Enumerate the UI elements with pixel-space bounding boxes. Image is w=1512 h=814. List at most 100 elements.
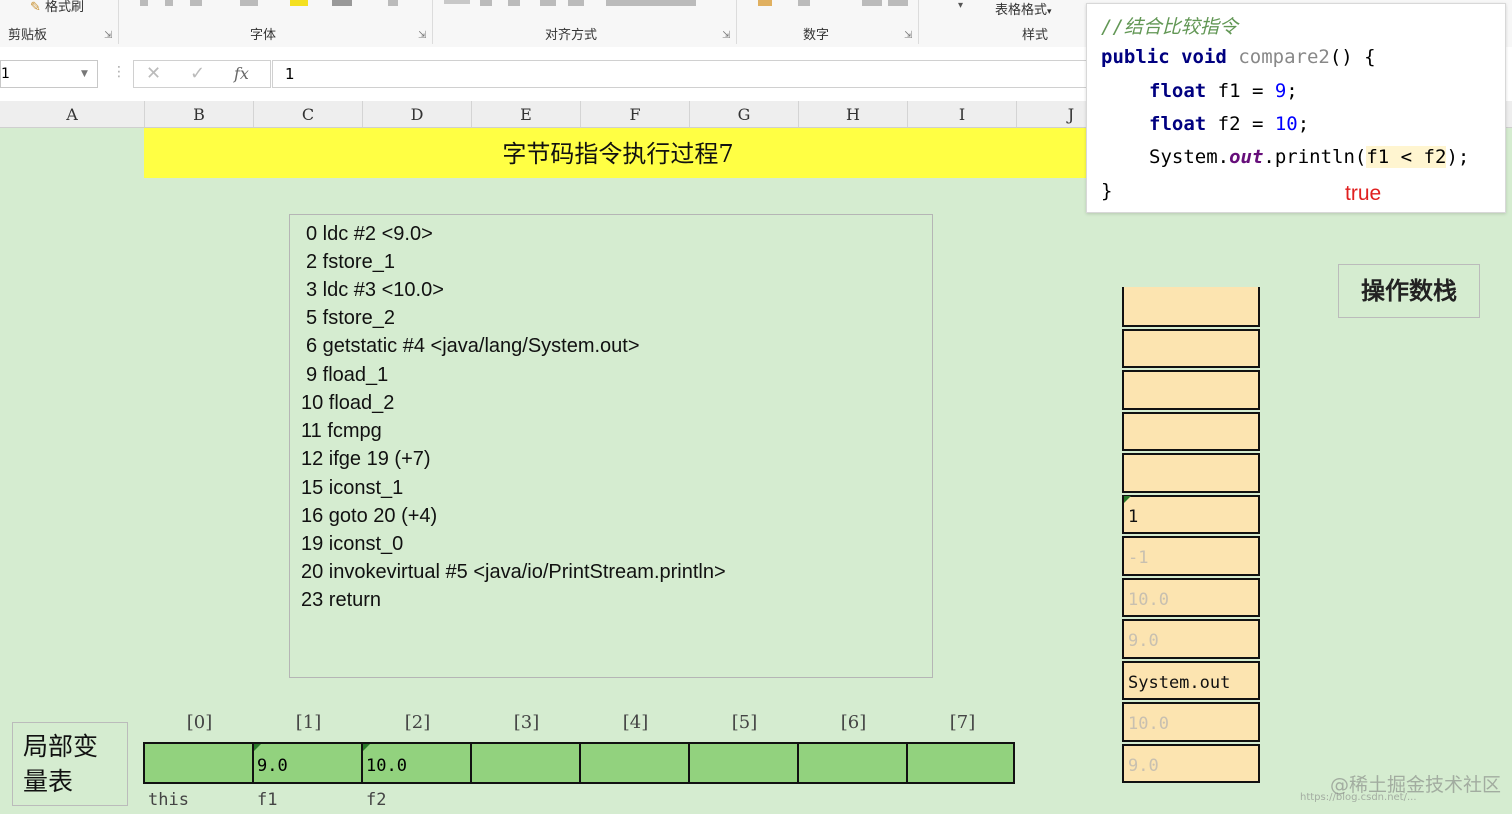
ribbon-group-clipboard: 剪贴板 (8, 28, 48, 43)
indent-icon[interactable] (540, 0, 556, 6)
ribbon-separator (118, 0, 119, 44)
ribbon-group-alignment: 对齐方式 (545, 28, 598, 43)
column-header-a[interactable]: A (0, 101, 145, 127)
insert-function-icon[interactable]: fx (234, 61, 249, 87)
align-center-icon[interactable] (480, 0, 492, 6)
brush-icon: ✎ (30, 0, 41, 15)
align-left-icon[interactable] (444, 0, 470, 4)
bytecode-line: 19 iconst_0 (301, 533, 404, 555)
italic-icon[interactable] (165, 0, 173, 6)
code-line-signature: public void compare2() { (1101, 46, 1376, 68)
align-right-icon[interactable] (508, 0, 520, 6)
lvt-index: [6] (840, 712, 867, 733)
lvt-index: [3] (513, 712, 540, 733)
chevron-down-icon: ▾ (1047, 7, 1052, 17)
comment-marker-icon (1124, 496, 1131, 503)
confirm-icon[interactable]: ✓ (190, 61, 205, 87)
stack-slot: -1 (1122, 536, 1260, 576)
bytecode-line: 16 goto 20 (+4) (301, 505, 438, 527)
bytecode-line: 20 invokevirtual #5 <java/io/PrintStream… (301, 561, 726, 583)
column-header-h[interactable]: H (799, 101, 908, 127)
percent-icon[interactable] (798, 0, 810, 6)
bytecode-line: 10 fload_2 (301, 392, 395, 414)
lvt-index: [2] (404, 712, 431, 733)
lvt-slot (143, 742, 254, 784)
lvt-index: [7] (949, 712, 976, 733)
bytecode-line: 5 fstore_2 (306, 307, 395, 329)
stack-slot (1122, 287, 1260, 327)
lvt-slot: 10.0 (363, 742, 472, 784)
watermark-url: https://blog.csdn.net/... (1300, 792, 1417, 803)
underline-icon[interactable] (190, 0, 202, 6)
lvt-slot (690, 742, 799, 784)
cancel-icon[interactable]: ✕ (146, 61, 161, 87)
stack-slot (1122, 328, 1260, 368)
column-header-b[interactable]: B (145, 101, 254, 127)
column-header-i[interactable]: I (908, 101, 1017, 127)
column-header-e[interactable]: E (472, 101, 581, 127)
stack-slot: 10.0 (1122, 702, 1260, 742)
stack-slot: 9.0 (1122, 743, 1260, 783)
stack-slot (1122, 370, 1260, 410)
lvt-slot (581, 742, 690, 784)
chevron-down-icon[interactable]: ▾ (958, 0, 963, 11)
lvt-name: f2 (366, 790, 387, 810)
ribbon-separator (736, 0, 737, 44)
lvt-index: [4] (622, 712, 649, 733)
code-line-println: System.out.println(f1 < f2); (1149, 146, 1470, 168)
increase-decimal-icon[interactable] (862, 0, 882, 6)
bytecode-line: 23 return (301, 589, 382, 611)
lvt-name: f1 (257, 790, 278, 810)
dialog-launcher-icon[interactable]: ⇲ (104, 30, 112, 41)
ribbon-group-styles: 样式 (1022, 28, 1049, 43)
slide-title: 字节码指令执行过程7 (144, 128, 1092, 178)
stack-slot: 9.0 (1122, 619, 1260, 659)
name-box[interactable]: 1 ▼ (0, 60, 98, 88)
border-icon[interactable] (240, 0, 258, 6)
formula-input[interactable]: 1 (272, 60, 1094, 88)
clear-format-icon[interactable] (388, 0, 398, 6)
more-options-icon[interactable]: ⋮ (112, 64, 126, 80)
stack-slot: 1 (1122, 494, 1260, 534)
chevron-down-icon[interactable]: ▼ (81, 61, 88, 87)
stack-slot (1122, 411, 1260, 451)
code-line-f1: float f1 = 9; (1149, 80, 1298, 102)
format-painter-button[interactable]: ✎ 格式刷 (30, 0, 84, 15)
font-color-icon[interactable] (332, 0, 352, 6)
merge-center-icon[interactable] (606, 0, 696, 6)
operand-stack: 1 -1 10.0 9.0 System.out 10.0 9.0 (1122, 287, 1264, 787)
column-header-f[interactable]: F (581, 101, 690, 127)
bold-icon[interactable] (140, 0, 148, 6)
stack-slot (1122, 453, 1260, 493)
lvt-slot (799, 742, 908, 784)
decrease-decimal-icon[interactable] (888, 0, 908, 6)
column-header-d[interactable]: D (363, 101, 472, 127)
table-format-button[interactable]: 表格格式▾ (995, 0, 1052, 18)
bytecode-line: 12 ifge 19 (+7) (301, 448, 431, 470)
dialog-launcher-icon[interactable]: ⇲ (722, 30, 730, 41)
bytecode-line: 9 fload_1 (306, 364, 389, 386)
formula-actions: ✕ ✓ fx (133, 60, 271, 88)
lvt-name: this (148, 790, 189, 810)
lvt-index: [0] (186, 712, 213, 733)
column-header-c[interactable]: C (254, 101, 363, 127)
bytecode-box: 0 ldc #2 <9.0> 2 fstore_1 3 ldc #3 <10.0… (289, 214, 933, 678)
bytecode-line: 2 fstore_1 (306, 251, 395, 273)
dialog-launcher-icon[interactable]: ⇲ (418, 30, 426, 41)
lvt-slot (908, 742, 1015, 784)
dialog-launcher-icon[interactable]: ⇲ (904, 30, 912, 41)
fill-color-icon[interactable] (290, 0, 308, 6)
comment-marker-icon (363, 744, 370, 751)
code-comment: //结合比较指令 (1101, 16, 1238, 38)
lvt-index: [5] (731, 712, 758, 733)
bytecode-line: 11 fcmpg (301, 420, 382, 442)
bytecode-line: 6 getstatic #4 <java/lang/System.out> (306, 335, 640, 357)
lvt-index: [1] (295, 712, 322, 733)
code-close-brace: } (1101, 180, 1113, 202)
result-label: true (1345, 182, 1382, 205)
currency-icon[interactable] (758, 0, 772, 6)
ribbon-group-font: 字体 (250, 28, 277, 43)
outdent-icon[interactable] (568, 0, 584, 6)
java-source-popup: //结合比较指令 public void compare2() { float … (1086, 3, 1506, 213)
column-header-g[interactable]: G (690, 101, 799, 127)
